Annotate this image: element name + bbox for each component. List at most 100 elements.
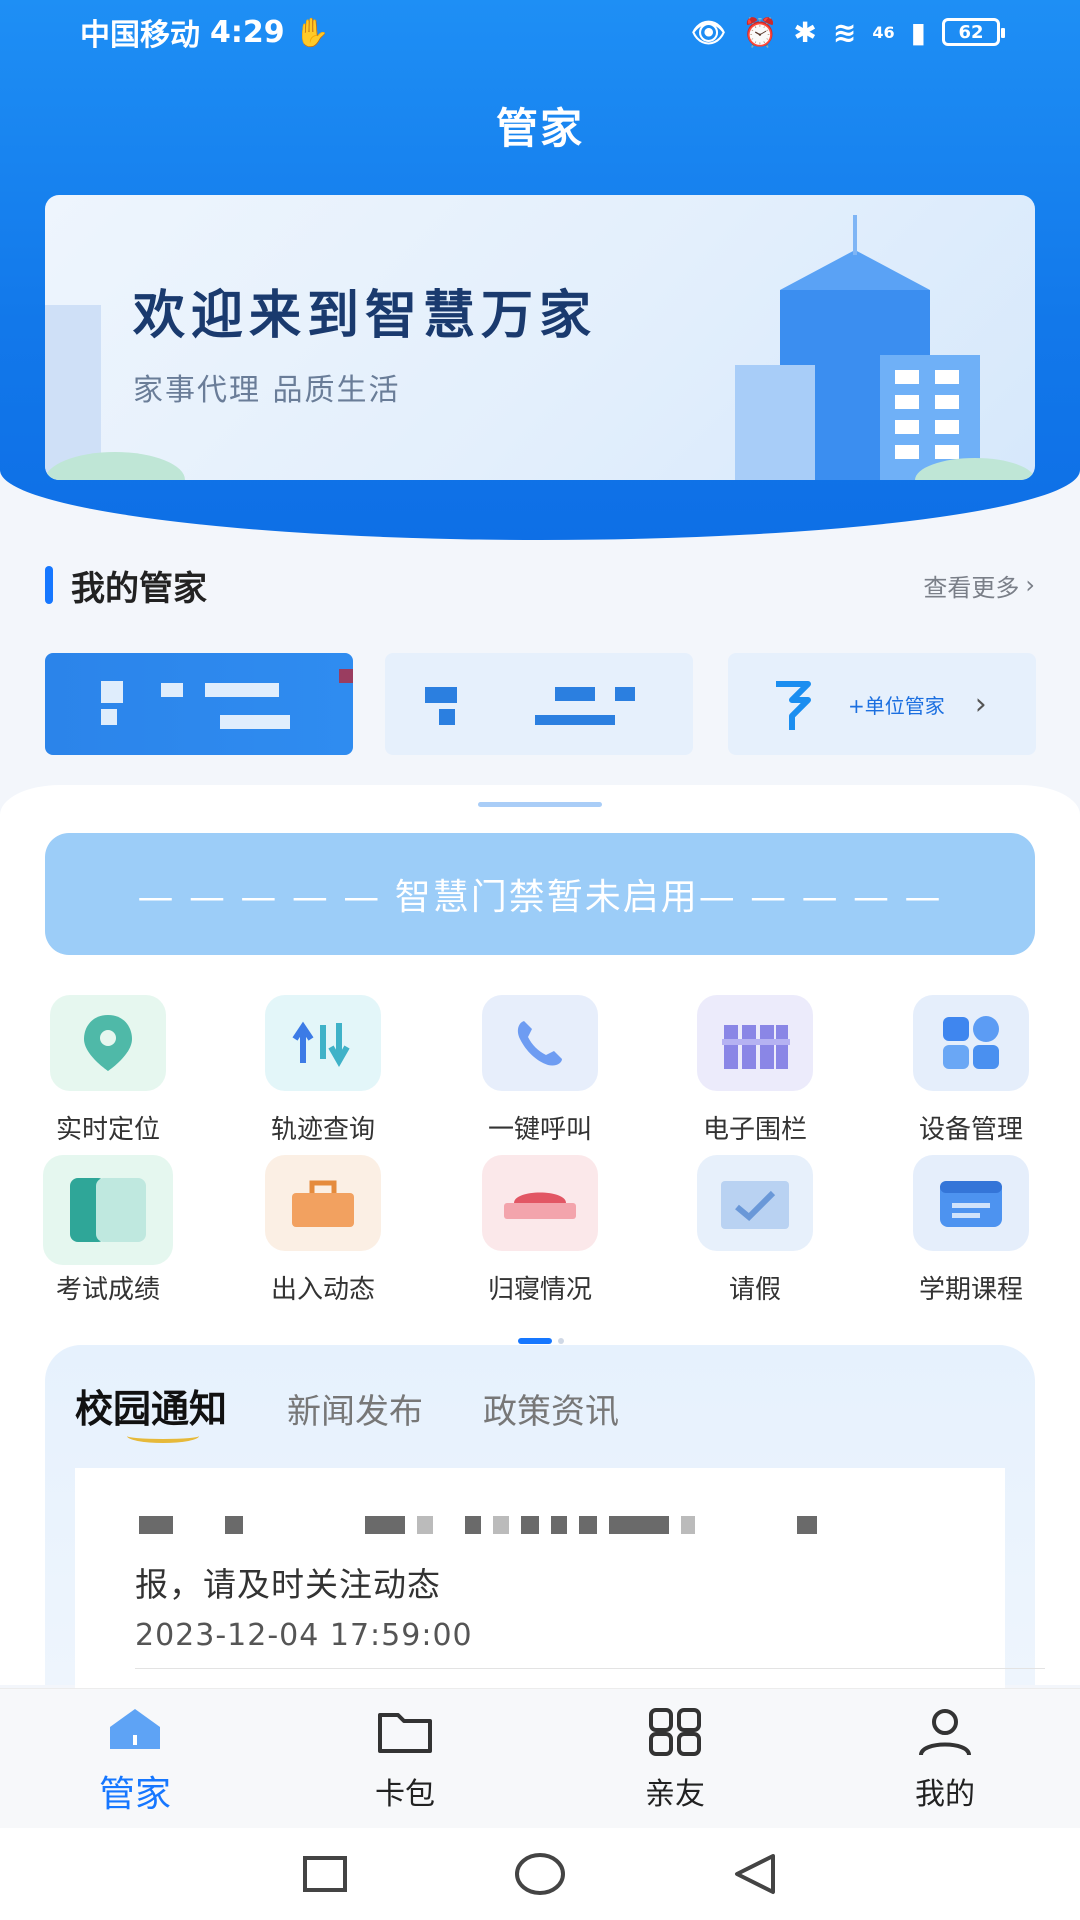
redacted-block	[425, 687, 457, 703]
chevron-right-icon: ›	[1025, 571, 1035, 599]
corner-tag	[339, 669, 353, 683]
grid-item-leave[interactable]: 请假	[670, 1155, 840, 1306]
nav-label: 亲友	[645, 1776, 705, 1812]
butler-cards: +单位管家 ›	[45, 653, 1036, 755]
bottom-nav: 管家 卡包 亲友 我的	[0, 1688, 1080, 1828]
tab-policy[interactable]: 政策资讯	[483, 1384, 619, 1433]
grid-label: 归寝情况	[487, 1275, 592, 1305]
nav-label: 我的	[915, 1776, 975, 1812]
grid-item-access[interactable]: 出入动态	[238, 1155, 408, 1306]
user-icon	[845, 1705, 1045, 1759]
tab-campus-notice[interactable]: 校园通知	[75, 1378, 228, 1443]
chevron-right-icon: ›	[974, 686, 987, 722]
banner-subtitle: 家事代理 品质生活	[133, 373, 401, 408]
redacted-block	[439, 709, 455, 725]
system-nav-bar	[0, 1828, 1080, 1920]
bluetooth-icon: ✱	[793, 15, 817, 49]
divider	[135, 1668, 1045, 1669]
home-icon	[35, 1701, 235, 1755]
bag-icon	[265, 1155, 381, 1251]
welcome-banner[interactable]: 欢迎来到智慧万家 家事代理 品质生活	[45, 195, 1035, 480]
leave-icon	[697, 1155, 813, 1251]
notice-item-text: 报，请及时关注动态	[135, 1565, 441, 1604]
folder-icon	[305, 1705, 505, 1759]
recent-apps-icon[interactable]	[301, 1854, 349, 1894]
grid-item-location[interactable]: 实时定位	[23, 995, 193, 1146]
nav-item-friends[interactable]: 亲友	[575, 1705, 775, 1813]
redacted-block	[101, 681, 123, 703]
section-title: 我的管家	[71, 568, 207, 609]
wifi-icon: ≋	[832, 15, 857, 49]
nav-item-butler[interactable]: 管家	[35, 1701, 235, 1817]
redacted-title-line	[139, 1516, 829, 1534]
grid-label: 请假	[728, 1275, 781, 1305]
grid-label: 轨迹查询	[270, 1115, 375, 1145]
grid-label: 考试成绩	[55, 1275, 160, 1305]
add-unit-butler-card[interactable]: +单位管家 ›	[728, 653, 1036, 755]
redacted-block	[101, 709, 117, 725]
redacted-block	[615, 687, 635, 701]
exam-card-icon	[43, 1155, 173, 1265]
grid-item-call[interactable]: 一键呼叫	[455, 995, 625, 1146]
grid-item-course[interactable]: 学期课程	[886, 1155, 1056, 1306]
nav-label: 卡包	[375, 1776, 435, 1812]
nav-item-mine[interactable]: 我的	[845, 1705, 1045, 1813]
section-accent-bar	[45, 566, 53, 604]
bed-icon	[482, 1155, 598, 1251]
grid-label: 学期课程	[918, 1275, 1023, 1305]
eye-icon: 👁	[690, 15, 727, 49]
fence-icon	[697, 995, 813, 1091]
smart-door-banner: — — — — — 智慧门禁暂未启用— — — — —	[45, 833, 1035, 955]
redacted-block	[205, 683, 279, 697]
view-more-link[interactable]: 查看更多 ›	[923, 568, 1035, 603]
notice-tabs: 校园通知 新闻发布 政策资讯	[75, 1378, 619, 1443]
grid-item-exam[interactable]: 考试成绩	[23, 1155, 193, 1306]
battery-icon: 62	[942, 18, 1005, 46]
notice-list-item[interactable]: 报，请及时关注动态 2023-12-04 17:59:00	[75, 1468, 1045, 1688]
pager-dot-active	[518, 1338, 552, 1344]
location-pin-icon	[50, 995, 166, 1091]
nav-item-card-wallet[interactable]: 卡包	[305, 1705, 505, 1813]
nav-label: 管家	[98, 1773, 171, 1815]
smart-door-text: — — — — — 智慧门禁暂未启用— — — — —	[137, 877, 943, 918]
grid-item-fence[interactable]: 电子围栏	[670, 995, 840, 1146]
my-butler-header: 我的管家 查看更多 ›	[45, 560, 1035, 610]
grid-pager	[518, 1338, 564, 1344]
course-icon	[913, 1155, 1029, 1251]
butler-card-1[interactable]	[45, 653, 353, 755]
redacted-block	[220, 715, 290, 729]
active-tab-underline	[127, 1429, 199, 1443]
redacted-block	[535, 715, 615, 725]
tab-label: 校园通知	[75, 1387, 228, 1431]
pager-dot	[558, 1338, 564, 1344]
tab-label: 新闻发布	[287, 1392, 424, 1432]
grid-label: 一键呼叫	[487, 1115, 592, 1145]
status-time: 4:29	[210, 14, 285, 50]
grid-label: 实时定位	[55, 1115, 160, 1145]
grid-item-dorm[interactable]: 归寝情况	[455, 1155, 625, 1306]
drag-handle[interactable]	[478, 802, 602, 807]
back-icon[interactable]	[731, 1852, 779, 1896]
tab-label: 政策资讯	[483, 1392, 620, 1432]
page-title: 管家	[495, 104, 584, 153]
grid-label: 出入动态	[270, 1275, 375, 1305]
grid-item-devices[interactable]: 设备管理	[886, 995, 1056, 1146]
butler-card-2[interactable]	[385, 653, 693, 755]
grid-apps-icon	[575, 1705, 775, 1759]
grid-item-track[interactable]: 轨迹查询	[238, 995, 408, 1146]
alarm-icon: ⏰	[742, 15, 778, 49]
hand-icon: ✋	[294, 15, 330, 49]
status-bar: 中国移动 4:29 ✋ 👁 ⏰ ✱ ≋ 46 ▮ 62	[0, 0, 1080, 64]
tab-news[interactable]: 新闻发布	[287, 1384, 423, 1433]
grid-label: 电子围栏	[702, 1115, 807, 1145]
signal-icon: ▮	[910, 15, 926, 49]
phone-icon	[482, 995, 598, 1091]
track-arrows-icon	[265, 995, 381, 1091]
view-more-label: 查看更多	[923, 573, 1020, 602]
redacted-block	[161, 683, 183, 697]
add-unit-label: +单位管家	[848, 693, 945, 718]
notice-item-time: 2023-12-04 17:59:00	[135, 1618, 473, 1653]
grid-label: 设备管理	[918, 1115, 1023, 1145]
home-circle-icon[interactable]	[514, 1852, 566, 1896]
carrier-name: 中国移动	[80, 18, 200, 53]
